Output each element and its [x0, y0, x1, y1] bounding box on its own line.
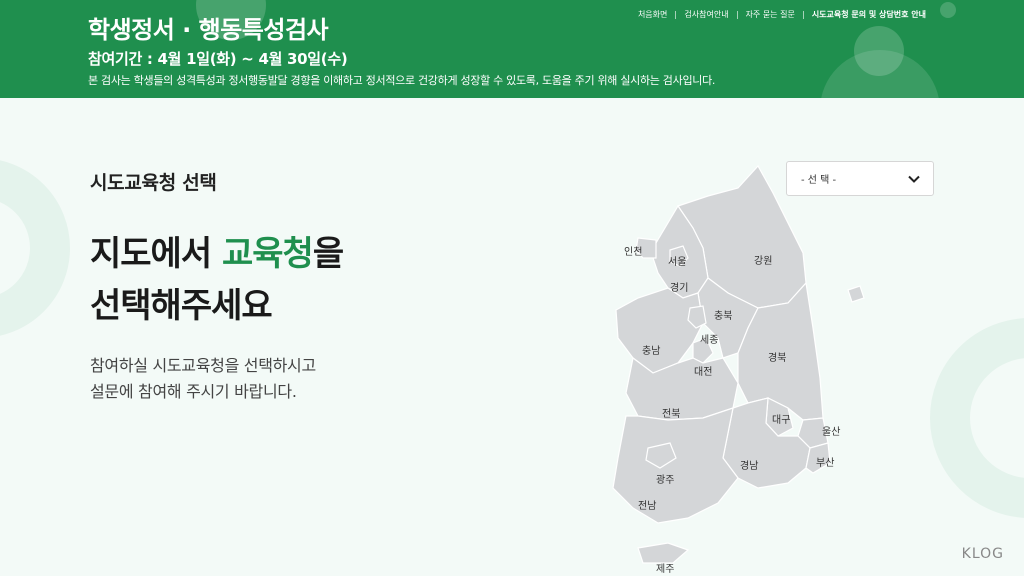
page-title: 학생정서 · 행동특성검사	[88, 16, 329, 44]
map-label-daejeon[interactable]: 대전	[694, 363, 712, 378]
nav-contact[interactable]: 시도교육청 문의 및 상담번호 안내	[804, 9, 934, 20]
decor-ring	[0, 158, 70, 338]
map-label-chungnam[interactable]: 충남	[642, 342, 660, 357]
map-label-gyeongbuk[interactable]: 경북	[768, 349, 786, 364]
headline-text: 을	[312, 234, 344, 274]
main-content: 시도교육청 선택 지도에서 교육청을 선택해주세요 참여하실 시도교육청을 선택…	[0, 98, 1024, 576]
instruction-line: 참여하실 시도교육청을 선택하시고	[90, 356, 316, 375]
map-label-gwangju[interactable]: 광주	[656, 471, 674, 486]
headline-text: 지도에서	[90, 234, 222, 274]
section-title: 시도교육청 선택	[90, 172, 217, 194]
map-label-daegu[interactable]: 대구	[772, 411, 790, 426]
map-label-gyeongnam[interactable]: 경남	[740, 457, 758, 472]
map-label-busan[interactable]: 부산	[816, 454, 834, 469]
map-label-ulsan[interactable]: 울산	[822, 423, 840, 438]
nav-guide[interactable]: 검사참여안내	[676, 9, 736, 20]
map-label-jeonnam[interactable]: 전남	[638, 497, 656, 512]
instruction-line: 설문에 참여해 주시기 바랍니다.	[90, 382, 297, 401]
headline-accent: 교육청	[221, 234, 314, 274]
chevron-down-icon	[908, 175, 920, 183]
nav-faq[interactable]: 자주 묻는 질문	[738, 9, 803, 20]
headline: 지도에서 교육청을 선택해주세요	[90, 228, 344, 332]
map-island-ulleung	[847, 285, 865, 303]
map-label-seoul[interactable]: 서울	[668, 253, 686, 268]
map-label-incheon[interactable]: 인천	[624, 243, 642, 258]
map-label-chungbuk[interactable]: 충북	[714, 307, 732, 322]
decor-circle	[854, 26, 904, 76]
korea-map-shape	[612, 164, 865, 564]
headline-text: 선택해주세요	[90, 286, 273, 326]
header-banner: 학생정서 · 행동특성검사 참여기간 : 4월 1일(화) ~ 4월 30일(수…	[0, 0, 1024, 98]
decor-circle	[940, 2, 956, 18]
map-region-jeonnam	[612, 407, 739, 524]
watermark: KLOG	[961, 546, 1004, 562]
survey-description: 본 검사는 학생들의 성격특성과 정서행동발달 경향을 이해하고 정서적으로 건…	[88, 74, 716, 87]
map-label-gyeonggi[interactable]: 경기	[670, 279, 688, 294]
map-region-jeonbuk	[625, 356, 739, 421]
korea-map: 인천 서울 강원 경기 충북 세종 충남 경북 대전 전북 대구 울산 부산 경…	[598, 158, 898, 576]
participation-period: 참여기간 : 4월 1일(화) ~ 4월 30일(수)	[88, 50, 348, 68]
top-nav: 처음화면 검사참여안내 자주 묻는 질문 시도교육청 문의 및 상담번호 안내	[630, 9, 934, 20]
nav-home[interactable]: 처음화면	[630, 9, 675, 20]
instruction-text: 참여하실 시도교육청을 선택하시고 설문에 참여해 주시기 바랍니다.	[90, 353, 316, 405]
map-label-gangwon[interactable]: 강원	[754, 252, 772, 267]
map-label-sejong[interactable]: 세종	[700, 331, 718, 346]
map-label-jeonbuk[interactable]: 전북	[662, 405, 680, 420]
map-label-jeju[interactable]: 제주	[656, 560, 674, 575]
decor-ring	[930, 318, 1024, 518]
